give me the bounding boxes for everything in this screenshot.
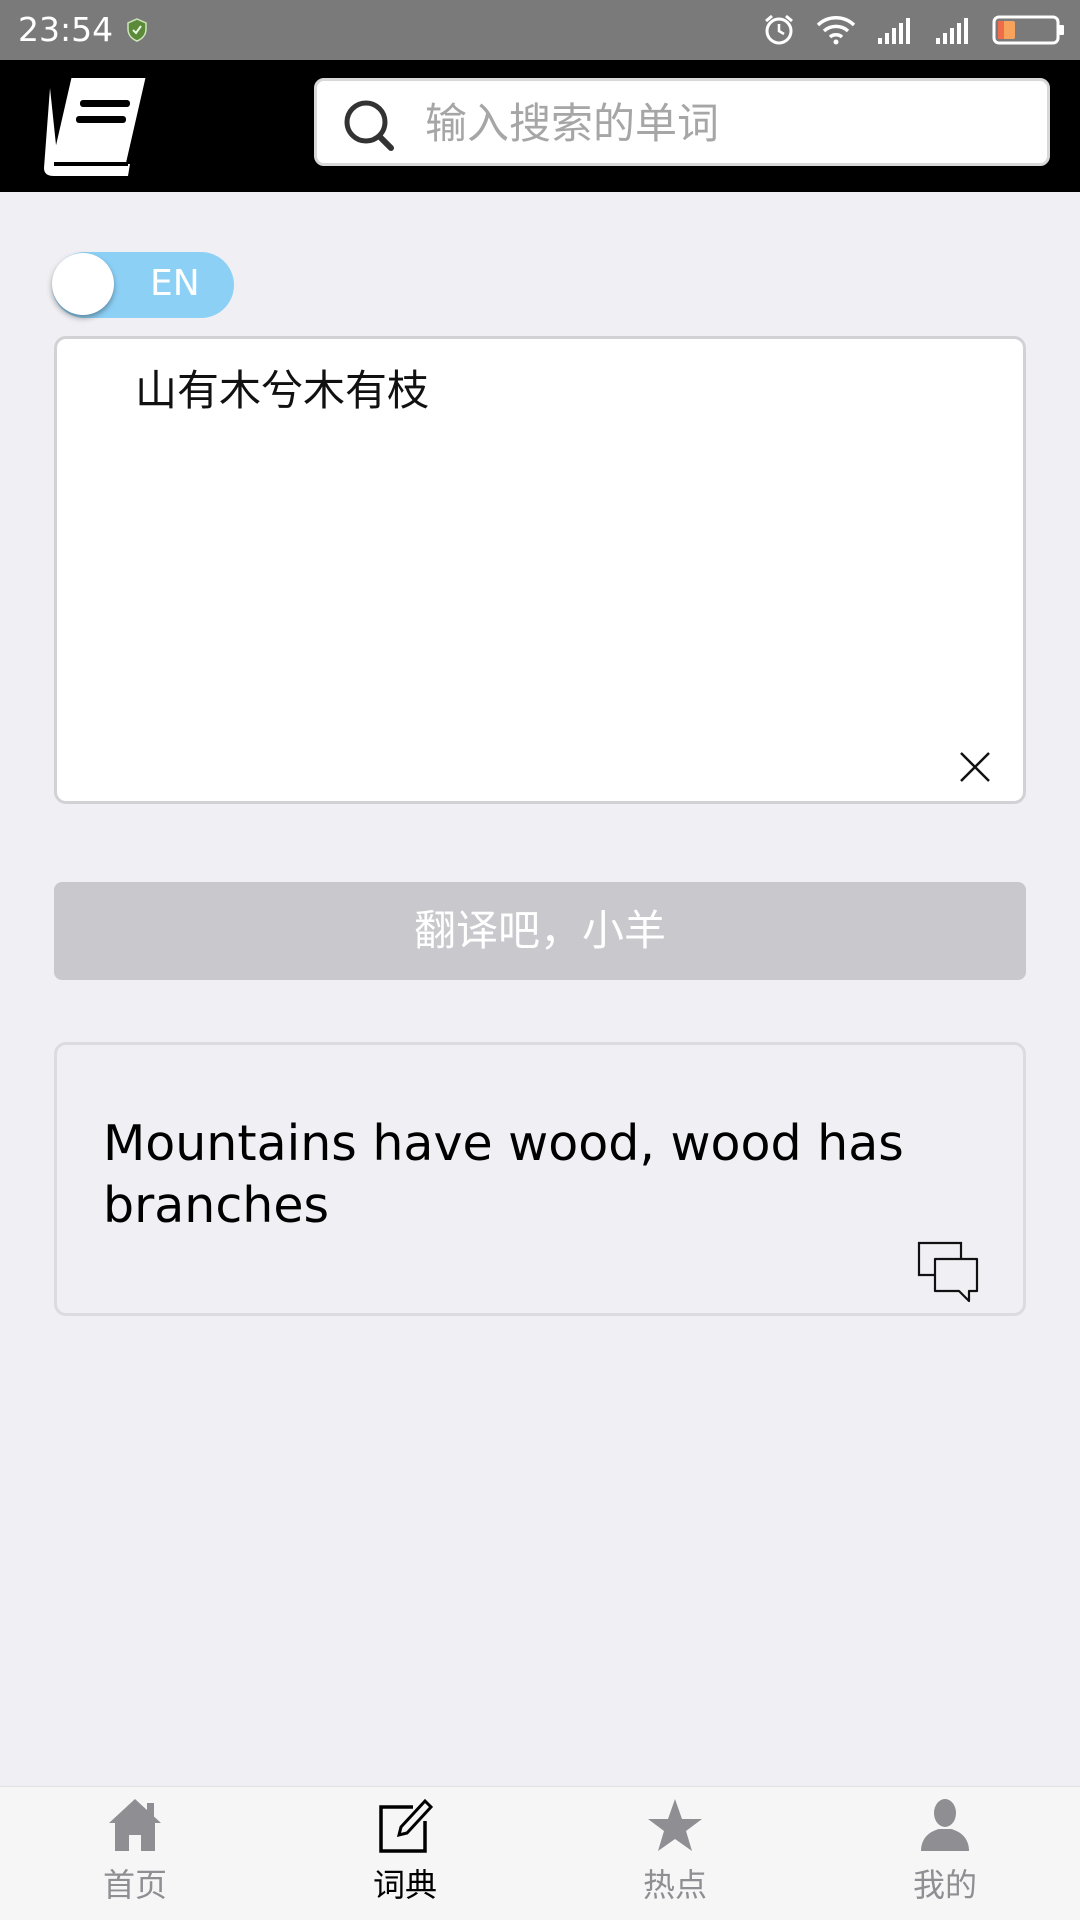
tab-dictionary[interactable]: 词典 bbox=[270, 1787, 540, 1920]
status-icons bbox=[762, 0, 1066, 60]
star-icon bbox=[648, 1799, 702, 1851]
tab-hot[interactable]: 热点 bbox=[540, 1787, 810, 1920]
search-box[interactable] bbox=[314, 78, 1050, 166]
source-text[interactable]: 山有木兮木有枝 bbox=[135, 363, 955, 419]
source-text-area[interactable]: 山有木兮木有枝 bbox=[54, 336, 1026, 804]
screen: 23:54 输入搜索的单词 EN 山有木兮木有枝 翻译吧，小羊 Mountain… bbox=[0, 0, 1080, 1920]
battery-icon bbox=[992, 15, 1064, 45]
tab-home[interactable]: 首页 bbox=[0, 1787, 270, 1920]
close-icon[interactable] bbox=[957, 749, 993, 785]
tab-label: 我的 bbox=[912, 1866, 977, 1904]
result-text: Mountains have wood, wood has branches bbox=[103, 1115, 904, 1234]
shield-icon bbox=[127, 18, 147, 42]
tab-label: 热点 bbox=[642, 1866, 707, 1904]
signal-icon bbox=[936, 18, 968, 44]
wifi-icon bbox=[816, 16, 856, 45]
comment-icon[interactable] bbox=[917, 1241, 979, 1303]
home-icon bbox=[109, 1799, 161, 1851]
app-header bbox=[0, 60, 1080, 192]
status-time: 23:54 bbox=[18, 10, 114, 49]
language-toggle[interactable]: EN bbox=[52, 252, 234, 318]
tab-mine[interactable]: 我的 bbox=[810, 1787, 1080, 1920]
language-label: EN bbox=[150, 263, 200, 304]
search-input[interactable] bbox=[425, 89, 1025, 157]
tab-bar: 首页 词典 热点 我的 bbox=[0, 1786, 1080, 1920]
result-card: Mountains have wood, wood has branches bbox=[54, 1042, 1026, 1316]
toggle-knob[interactable] bbox=[52, 253, 114, 315]
translate-button[interactable]: 翻译吧，小羊 bbox=[54, 882, 1026, 980]
signal-icon bbox=[878, 18, 910, 44]
user-icon bbox=[921, 1799, 969, 1851]
tab-label: 首页 bbox=[102, 1866, 167, 1904]
book-icon[interactable] bbox=[36, 70, 154, 178]
alarm-icon bbox=[765, 14, 793, 45]
status-bar: 23:54 bbox=[0, 0, 1080, 60]
search-icon bbox=[344, 100, 394, 151]
edit-icon bbox=[379, 1798, 433, 1853]
tab-label: 词典 bbox=[372, 1866, 437, 1904]
